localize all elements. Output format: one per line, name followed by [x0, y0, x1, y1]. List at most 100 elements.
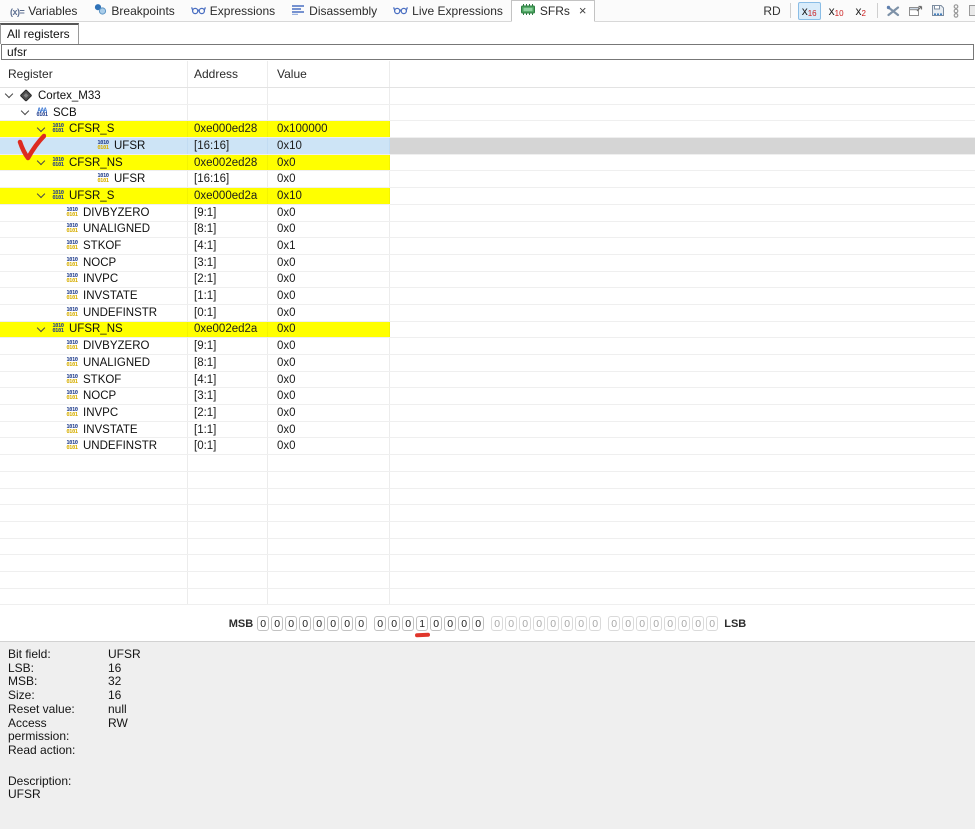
chevron-down-icon[interactable]: [4, 90, 14, 99]
expressions-icon: [190, 4, 206, 18]
row-spacer: [390, 138, 975, 154]
tree-row-invpc[interactable]: 1010 0101 INVPC [2:1] 0x0: [0, 405, 975, 422]
tree-row-ufsr_s[interactable]: 1010 0101 UFSR_S 0xe000ed2a 0x10: [0, 188, 975, 205]
tree-row-nocp[interactable]: 1010 0101 NOCP [3:1] 0x0: [0, 388, 975, 406]
register-cell: 1010 0101 DIVBYZERO: [0, 204, 188, 221]
bit-box-29[interactable]: 0: [285, 616, 298, 631]
bit-box-22[interactable]: 0: [388, 616, 401, 631]
register-icon: 1010 0101: [52, 156, 64, 168]
radix-button-10[interactable]: x 10: [825, 2, 848, 20]
bit-box-0: 0: [706, 616, 719, 631]
close-tab-icon[interactable]: ×: [579, 4, 587, 17]
detail-value: 16: [108, 688, 122, 703]
bit-box-19[interactable]: 0: [430, 616, 443, 631]
bit-box-7: 0: [608, 616, 621, 631]
address-cell: [16:16]: [188, 138, 268, 154]
view-tab-variables[interactable]: (x)= Variables: [2, 0, 85, 21]
view-tab-sfrs[interactable]: SFRs ×: [510, 0, 596, 22]
export-icon[interactable]: [908, 4, 924, 17]
column-header-address[interactable]: Address: [188, 61, 268, 87]
bit-box-17[interactable]: 0: [458, 616, 471, 631]
register-cell: 1010 0101 UFSR_S: [0, 188, 188, 204]
address-cell: [3:1]: [188, 254, 268, 271]
radix-button-16[interactable]: x 16: [797, 1, 821, 20]
register-filter-input[interactable]: [1, 44, 974, 60]
value-cell: [268, 555, 390, 571]
bit-box-23[interactable]: 0: [374, 616, 387, 631]
register-name: INVPC: [83, 406, 119, 419]
tree-row-stkof[interactable]: 1010 0101 STKOF [4:1] 0x1: [0, 238, 975, 255]
tree-row-divbyzero[interactable]: 1010 0101 DIVBYZERO [9:1] 0x0: [0, 338, 975, 355]
chevron-down-icon[interactable]: [20, 106, 30, 116]
tree-row-empty: [0, 588, 975, 606]
tree-row-divbyzero[interactable]: 1010 0101 DIVBYZERO [9:1] 0x0: [0, 204, 975, 222]
bit-box-30[interactable]: 0: [271, 616, 284, 631]
tree-row-undefinstr[interactable]: 1010 0101 UNDEFINSTR [0:1] 0x0: [0, 304, 975, 322]
register-cell: 1010 0101 NOCP: [0, 254, 188, 271]
chevron-down-icon[interactable]: [36, 156, 46, 166]
view-tab-expressions[interactable]: Expressions: [183, 0, 283, 21]
bit-box-21[interactable]: 0: [402, 616, 415, 631]
tree-row-stkof[interactable]: 1010 0101 STKOF [4:1] 0x0: [0, 371, 975, 389]
view-tab-breakpoints[interactable]: Breakpoints: [85, 0, 182, 21]
tree-row-cortex_m33[interactable]: Cortex_M33: [0, 88, 975, 105]
tree-row-empty: [0, 471, 975, 489]
chevron-down-icon[interactable]: [36, 323, 46, 333]
tree-row-ufsr[interactable]: 1010 0101 UFSR [16:16] 0x10: [0, 138, 975, 155]
bit-box-31[interactable]: 0: [257, 616, 270, 631]
bit-box-18[interactable]: 0: [444, 616, 457, 631]
breakpoints-icon: [93, 3, 107, 18]
address-cell: [1:1]: [188, 288, 268, 304]
tree-row-cfsr_s[interactable]: 1010 0101 CFSR_S 0xe000ed28 0x100000: [0, 121, 975, 139]
detail-label: Read action:: [8, 742, 76, 757]
value-cell: [268, 505, 390, 521]
bit-box-26[interactable]: 0: [327, 616, 340, 631]
column-header-spacer: [390, 61, 975, 87]
tree-row-unaligned[interactable]: 1010 0101 UNALIGNED [8:1] 0x0: [0, 355, 975, 372]
register-tree: Cortex_M33 AAA 0101 SCB 1010 0101 CFSR_S 0xe000…: [0, 88, 975, 606]
register-cell: 1010 0101 STKOF: [0, 238, 188, 254]
row-spacer: [390, 238, 975, 254]
radix-button-2[interactable]: x2: [852, 2, 870, 20]
tab-all-registers[interactable]: All registers: [0, 23, 79, 44]
bitfield-icon: 1010 0101: [66, 373, 78, 385]
chevron-down-icon[interactable]: [36, 123, 46, 132]
column-header-value[interactable]: Value: [268, 61, 390, 87]
kebab-menu-icon[interactable]: [952, 3, 960, 18]
bit-box-20[interactable]: 1: [416, 616, 429, 631]
tree-row-undefinstr[interactable]: 1010 0101 UNDEFINSTR [0:1] 0x0: [0, 438, 975, 456]
address-cell: [188, 588, 268, 605]
bit-box-24[interactable]: 0: [355, 616, 368, 631]
bit-box-25[interactable]: 0: [341, 616, 354, 631]
register-name: DIVBYZERO: [83, 206, 150, 219]
register-cell: 1010 0101 UFSR: [0, 138, 188, 154]
column-header-register[interactable]: Register: [0, 61, 188, 87]
tree-row-unaligned[interactable]: 1010 0101 UNALIGNED [8:1] 0x0: [0, 221, 975, 239]
tree-row-ufsr[interactable]: 1010 0101 UFSR [16:16] 0x0: [0, 171, 975, 189]
bit-box-28[interactable]: 0: [299, 616, 312, 631]
view-tab-label: Variables: [28, 3, 78, 18]
tree-row-scb[interactable]: AAA 0101 SCB: [0, 104, 975, 122]
row-spacer: [390, 171, 975, 187]
row-spacer: [390, 355, 975, 371]
tools-icon[interactable]: [885, 4, 901, 18]
tree-row-nocp[interactable]: 1010 0101 NOCP [3:1] 0x0: [0, 254, 975, 272]
tree-row-invstate[interactable]: 1010 0101 INVSTATE [1:1] 0x0: [0, 288, 975, 305]
bit-box-16[interactable]: 0: [472, 616, 485, 631]
tree-row-ufsr_ns[interactable]: 1010 0101 UFSR_NS 0xe002ed2a 0x0: [0, 321, 975, 339]
bitfield-icon: 1010 0101: [66, 256, 78, 268]
tree-row-cfsr_ns[interactable]: 1010 0101 CFSR_NS 0xe002ed28 0x0: [0, 154, 975, 172]
bitfield-icon: 1010 0101: [97, 139, 109, 151]
bitfield-icon: 1010 0101: [66, 273, 78, 285]
tree-row-invstate[interactable]: 1010 0101 INVSTATE [1:1] 0x0: [0, 421, 975, 439]
detail-row: Access permission: RW: [8, 716, 967, 744]
bitfield-icon: 1010 0101: [66, 223, 78, 235]
chevron-down-icon[interactable]: [36, 190, 46, 199]
bit-box-27[interactable]: 0: [313, 616, 326, 631]
save-icon[interactable]: [931, 4, 945, 17]
row-spacer: [390, 405, 975, 421]
view-tab-disassembly[interactable]: Disassembly: [283, 0, 385, 21]
bit-box-15: 0: [491, 616, 504, 631]
tree-row-invpc[interactable]: 1010 0101 INVPC [2:1] 0x0: [0, 271, 975, 289]
view-tab-live-expressions[interactable]: Live Expressions: [385, 0, 511, 21]
